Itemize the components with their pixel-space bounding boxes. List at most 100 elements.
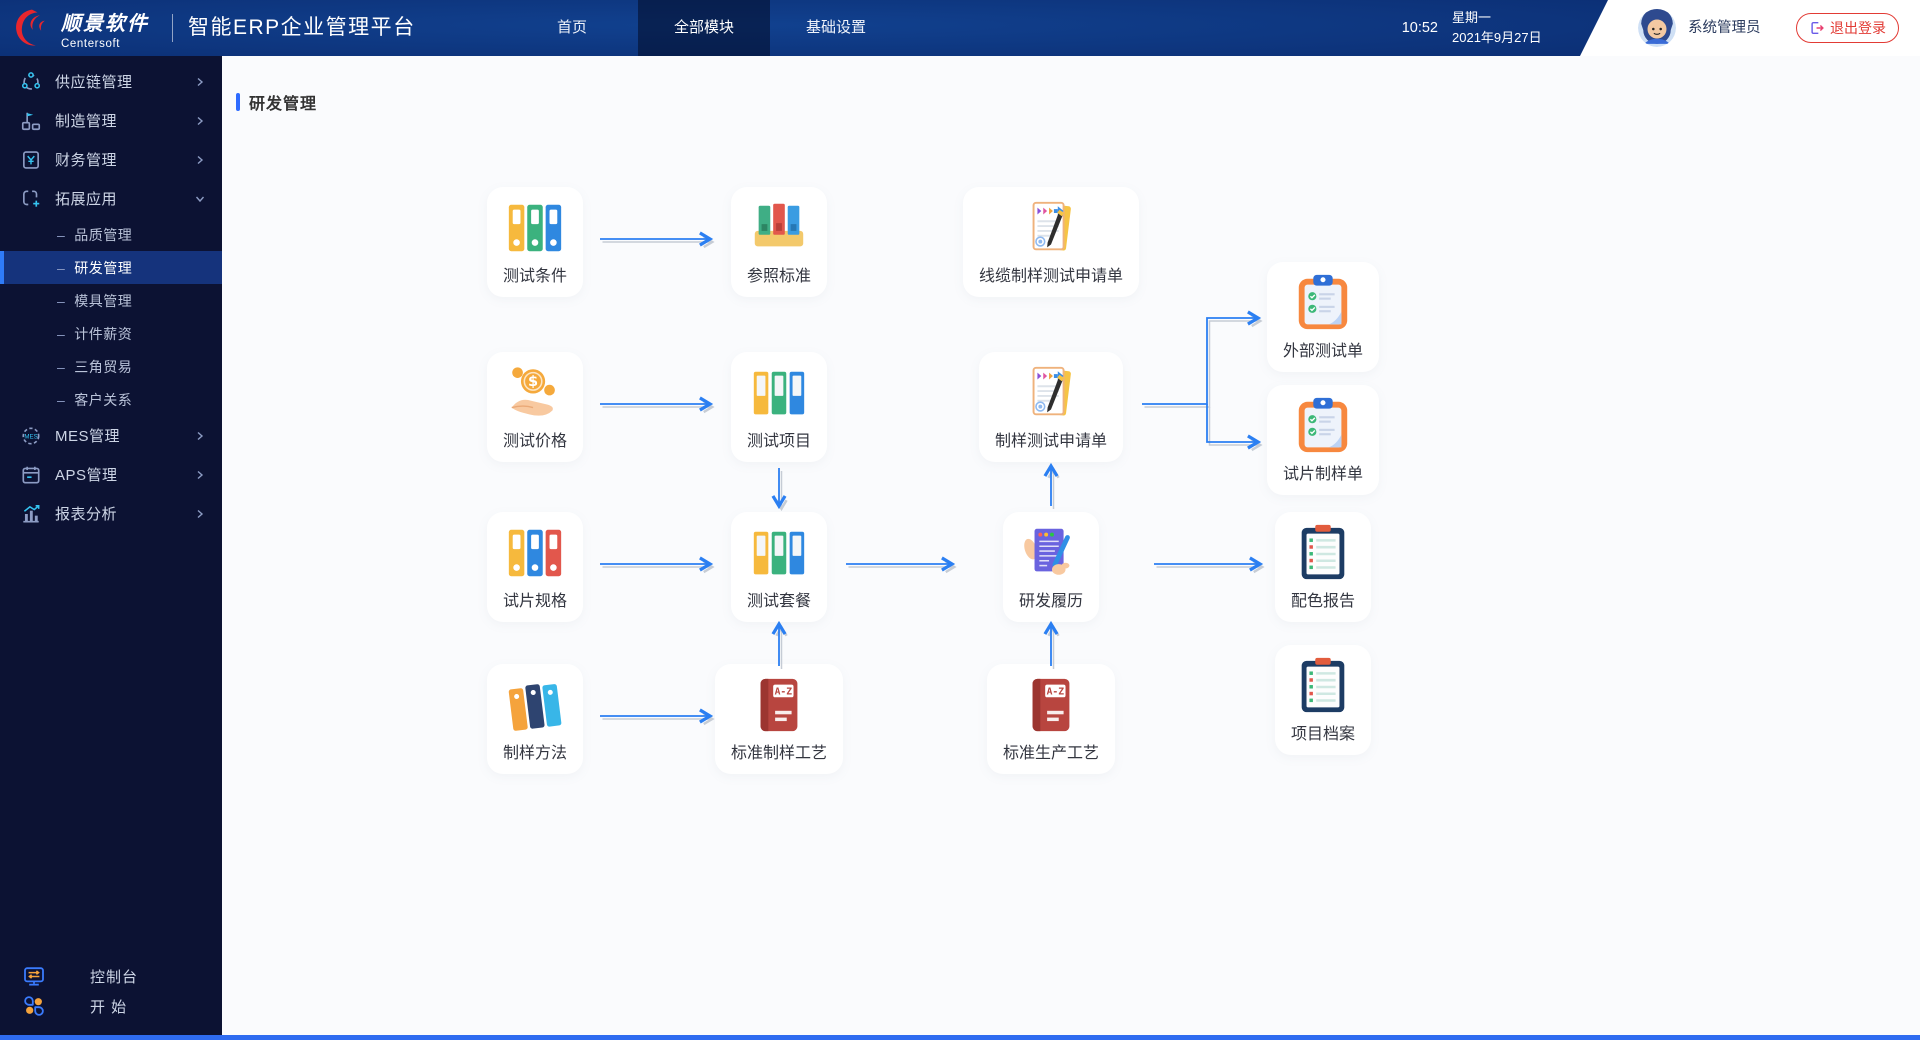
logout-label: 退出登录 [1830,18,1886,38]
sidebar-subitem-mold[interactable]: –模具管理 [0,284,222,317]
coins-hand-icon: $ [504,362,566,424]
page-title-block: 研发管理 [236,90,317,114]
sidebar-footer-label: 控制台 [90,966,138,987]
chevron-right-icon [194,508,206,520]
node-specimen-sample-order[interactable]: 试片制样单 [1267,385,1379,495]
node-specimen-spec[interactable]: 试片规格 [487,512,583,622]
node-label: 试片规格 [503,592,567,612]
username-label: 系统管理员 [1688,0,1761,56]
node-standard-sample-process[interactable]: A-Z标准制样工艺 [715,664,843,774]
sidebar-subitem-triangle-trade[interactable]: –三角贸易 [0,350,222,383]
node-label: 制样方法 [503,744,567,764]
node-test-item[interactable]: 测试项目 [731,352,827,462]
sidebar-item-aps[interactable]: APS管理 [0,455,222,494]
clipboard-report-icon [1292,655,1354,717]
node-rd-history[interactable]: 研发履历 [1003,512,1099,622]
sidebar-item-manufacturing[interactable]: 制造管理 [0,101,222,140]
sidebar: 供应链管理制造管理财务管理拓展应用–品质管理–研发管理–模具管理–计件薪资–三角… [0,56,222,1035]
subitem-dash: – [57,326,65,342]
manufacturing-icon [20,110,42,132]
node-label: 测试套餐 [747,592,811,612]
chevron-right-icon [194,430,206,442]
sidebar-subitem-piecework[interactable]: –计件薪资 [0,317,222,350]
node-label: 参照标准 [747,267,811,287]
node-cable-sample-test-request[interactable]: 线缆制样测试申请单 [963,187,1139,297]
sidebar-item-report[interactable]: 报表分析 [0,494,222,533]
binders-tilt-icon [504,674,566,736]
page-title: 研发管理 [249,90,317,114]
sidebar-item-supply-chain[interactable]: 供应链管理 [0,62,222,101]
node-sample-method[interactable]: 制样方法 [487,664,583,774]
node-external-test-order[interactable]: 外部测试单 [1267,262,1379,372]
sidebar-item-finance[interactable]: 财务管理 [0,140,222,179]
sidebar-subitem-label: 三角贸易 [74,357,132,377]
sidebar-footer-label: 开 始 [90,996,127,1017]
tab-home[interactable]: 首页 [506,0,638,56]
clipboard-report-icon [1292,522,1354,584]
node-color-report[interactable]: 配色报告 [1275,512,1371,622]
logout-button[interactable]: 退出登录 [1796,13,1899,43]
title-accent-bar [236,93,240,111]
clock-time: 10:52 [1383,0,1438,56]
finance-icon [20,149,42,171]
node-standard-production-process[interactable]: A-Z标准生产工艺 [987,664,1115,774]
node-label: 测试项目 [747,432,811,452]
node-test-price[interactable]: $测试价格 [487,352,583,462]
node-label: 制样测试申请单 [995,432,1107,452]
node-label: 研发履历 [1019,592,1083,612]
report-icon [20,503,42,525]
sidebar-item-label: 供应链管理 [55,71,194,92]
tab-all-modules[interactable]: 全部模块 [638,0,770,56]
tab-basic-settings[interactable]: 基础设置 [770,0,902,56]
sidebar-subitem-customer-relation[interactable]: –客户关系 [0,383,222,416]
bookshelf-icon [748,197,810,259]
node-test-condition[interactable]: 测试条件 [487,187,583,297]
header-bar: 顺景软件 Centersoft 智能ERP企业管理平台 首页全部模块基础设置 1… [0,0,1920,56]
node-label: 测试条件 [503,267,567,287]
clock-weekday: 星期一 [1452,8,1542,28]
sidebar-item-label: 制造管理 [55,110,194,131]
sidebar-subitem-label: 计件薪资 [74,324,132,344]
sidebar-item-label: APS管理 [55,464,194,485]
node-label: 试片制样单 [1283,465,1363,485]
sidebar-item-mes[interactable]: MES MES管理 [0,416,222,455]
subitem-dash: – [57,227,65,243]
mes-icon: MES [20,425,42,447]
request-form-icon [1020,197,1082,259]
az-book-icon: A-Z [748,674,810,736]
main-content: 研发管理 测试条件 参照标准 线缆制样测试申请单 $测试价格测试项目 制样测试申请单 外部… [222,56,1920,1035]
logo-title: 顺景软件 [61,7,149,36]
node-test-package[interactable]: 测试套餐 [731,512,827,622]
node-sample-test-request[interactable]: 制样测试申请单 [979,352,1123,462]
header-divider [172,14,173,42]
centersoft-logo-icon [10,6,54,50]
sidebar-subitem-quality[interactable]: –品质管理 [0,218,222,251]
flow-canvas: 测试条件 参照标准 线缆制样测试申请单 $测试价格测试项目 制样测试申请单 外部测试单试片… [222,56,1920,1035]
clock-date-value: 2021年9月27日 [1452,28,1542,48]
request-form-icon [1020,362,1082,424]
chevron-right-icon [194,76,206,88]
subitem-dash: – [57,293,65,309]
svg-text:$: $ [528,374,538,390]
console-icon [22,964,46,988]
binders-flat-icon [748,522,810,584]
sidebar-footer-console[interactable]: 控制台 [0,961,222,991]
svg-text:MES: MES [24,433,37,440]
sidebar-footer-start[interactable]: 开 始 [0,991,222,1021]
sidebar-item-label: 报表分析 [55,503,194,524]
node-label: 配色报告 [1291,592,1355,612]
expansion-icon [20,188,42,210]
subitem-dash: – [57,392,65,408]
logout-icon [1809,20,1825,36]
svg-text:A-Z: A-Z [775,686,793,697]
sidebar-item-label: MES管理 [55,425,194,446]
user-avatar[interactable] [1638,9,1676,47]
binders-rings-ygb-icon [504,197,566,259]
node-reference-standard[interactable]: 参照标准 [731,187,827,297]
az-book-icon: A-Z [1020,674,1082,736]
sidebar-item-expansion[interactable]: 拓展应用 [0,179,222,218]
node-project-archive[interactable]: 项目档案 [1275,645,1371,755]
svg-text:A-Z: A-Z [1047,686,1065,697]
sidebar-subitem-rd[interactable]: –研发管理 [0,251,222,284]
rd-document-icon [1020,522,1082,584]
